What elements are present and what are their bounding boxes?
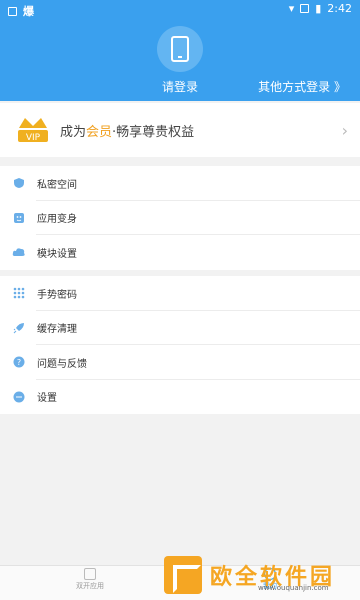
svg-text:?: ? [17,358,21,367]
status-left-icons: 爆 [8,3,34,19]
feedback-icon: ? [12,355,26,369]
status-bar: 爆 ▾ ▮ 2:42 [0,0,360,20]
face-icon [12,211,26,225]
menu-item-label: 缓存清理 [37,324,77,336]
menu-item-feedback[interactable]: ? 问题与反馈 [0,345,360,380]
menu-item-label: 私密空间 [37,179,77,191]
menu-item-app-disguise[interactable]: 应用变身 [0,201,360,235]
status-right-icons: ▾ ▮ 2:42 [289,2,352,15]
menu-group-2: 手势密码 缓存清理 ? 问题与反馈 设置 [0,276,360,414]
grid-icon [12,286,26,300]
phone-icon [171,36,189,62]
tab-label: 双开应用 [76,582,104,590]
battery-icon: ▮ [315,2,322,15]
vip-text-prefix: 成为 [60,125,87,140]
watermark-subtext: www.ouquanjin.com [258,584,329,592]
other-login-link[interactable]: 其他方式登录 》 [258,78,346,95]
menu-item-label: 模块设置 [37,248,77,260]
notification-icon [8,6,17,16]
menu-item-label: 问题与反馈 [37,358,87,370]
rocket-icon [12,321,26,335]
app-notification-icon: 爆 [23,5,34,18]
menu-item-label: 应用变身 [37,214,77,226]
menu-item-gesture-password[interactable]: 手势密码 [0,276,360,311]
chevron-right-icon: › [341,121,348,140]
menu-item-cache-cleanup[interactable]: 缓存清理 [0,311,360,345]
menu-item-module-settings[interactable]: 模块设置 [0,235,360,270]
tab-dual-apps[interactable]: 双开应用 [60,568,120,591]
menu-group-1: 私密空间 应用变身 模块设置 [0,166,360,270]
vip-banner[interactable]: VIP 成为会员·畅享尊贵权益 › [0,103,360,157]
sim-icon [300,4,310,13]
menu-item-label: 设置 [37,393,57,405]
vip-text-suffix: ·畅享尊贵权益 [112,125,195,140]
apps-icon [84,568,96,580]
menu-item-private-space[interactable]: 私密空间 [0,166,360,201]
vip-badge-text: VIP [26,133,41,143]
menu-item-settings[interactable]: 设置 [0,380,360,415]
vip-crown-icon: VIP [18,118,48,143]
watermark: 欧全软件园 www.ouquanjin.com [164,553,352,597]
vip-text-highlight: 会员 [86,125,113,140]
menu-item-label: 手势密码 [37,289,77,301]
avatar[interactable] [157,26,203,72]
watermark-logo-icon [164,556,202,594]
status-time: 2:42 [327,2,352,15]
wifi-icon: ▾ [288,2,295,15]
vip-text: 成为会员·畅享尊贵权益 [60,121,194,140]
profile-header: 请登录 其他方式登录 》 [0,20,360,101]
settings-icon [12,390,26,404]
cloud-icon [12,245,26,259]
shield-icon [12,176,26,190]
